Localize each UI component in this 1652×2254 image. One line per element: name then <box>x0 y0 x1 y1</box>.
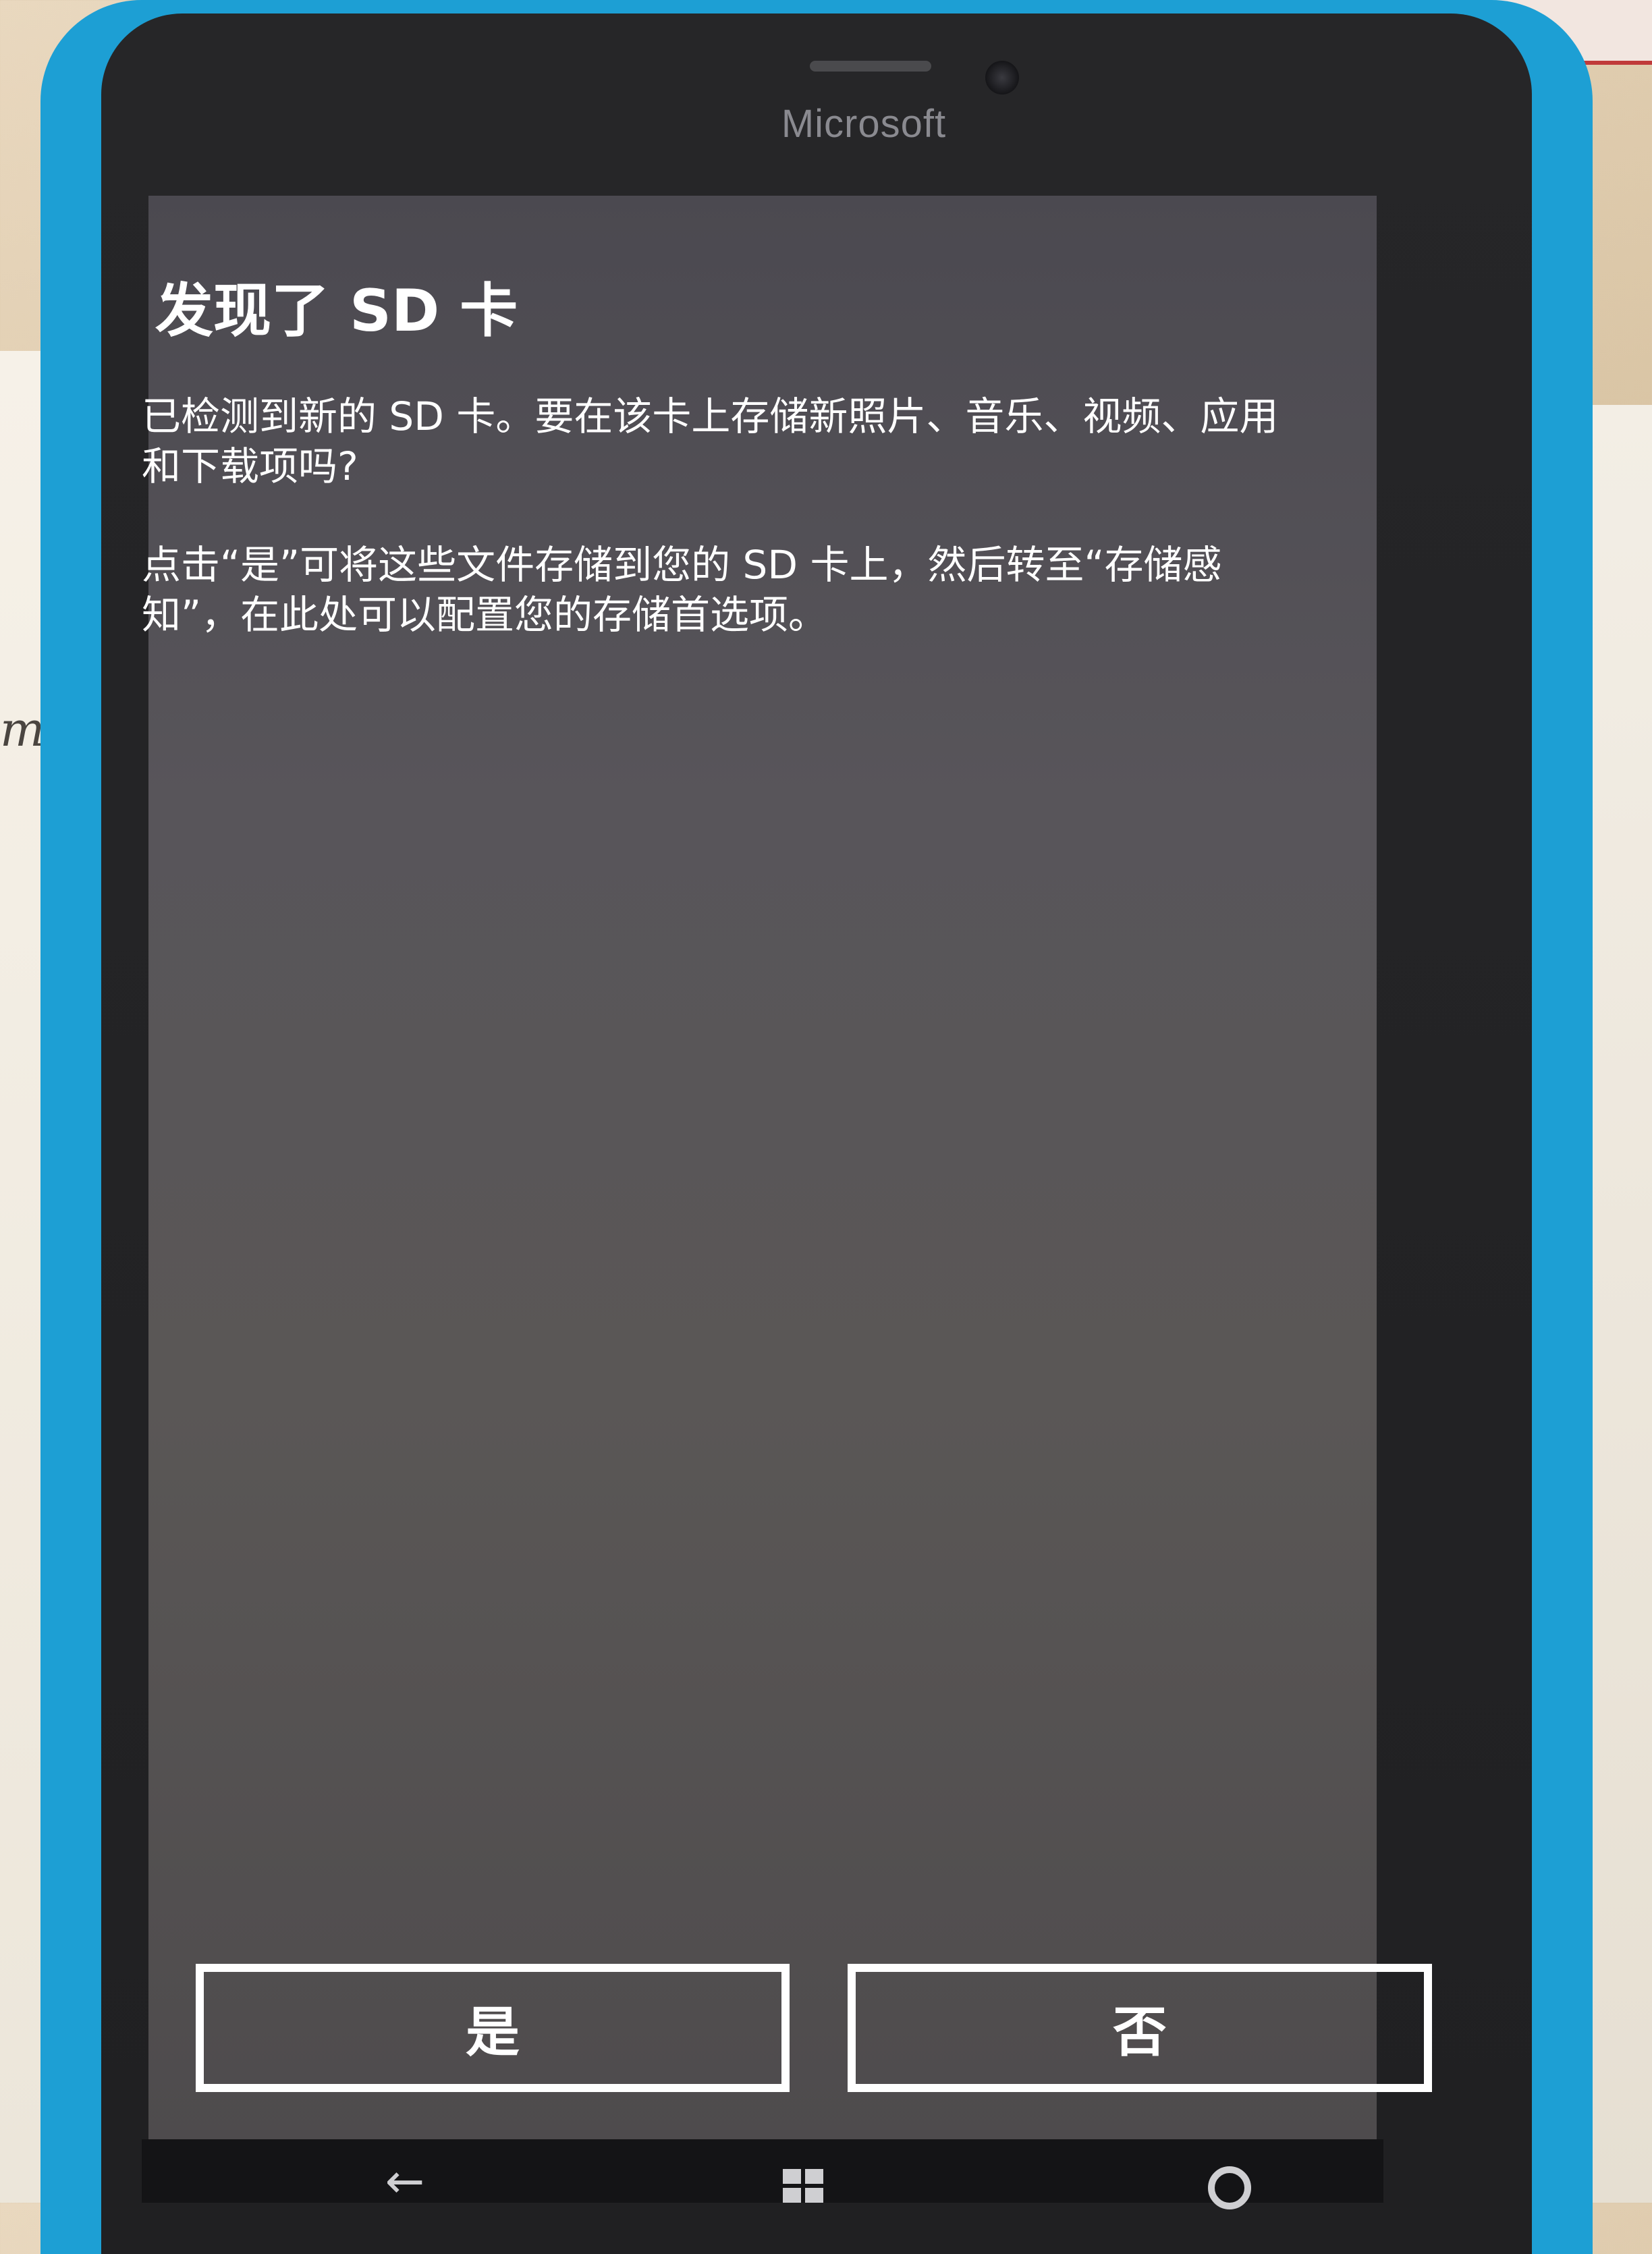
dialog-message: 已检测到新的 SD 卡。要在该卡上存储新照片、音乐、视频、应用和下载项吗? <box>142 393 1279 489</box>
windows-logo-pane <box>805 2169 823 2184</box>
brand-logo: Microsoft <box>781 102 947 146</box>
windows-logo-icon[interactable] <box>783 2169 823 2203</box>
windows-logo-pane <box>805 2188 823 2203</box>
search-icon[interactable] <box>1208 2166 1251 2209</box>
front-camera <box>985 61 1019 94</box>
phone-screen <box>148 196 1377 2203</box>
back-arrow-icon[interactable]: ← <box>378 2160 432 2203</box>
dialog-title: 发现了 SD 卡 <box>155 277 518 345</box>
windows-logo-pane <box>783 2188 801 2203</box>
earpiece-speaker <box>810 61 931 72</box>
no-button[interactable]: 否 <box>848 1964 1432 2092</box>
windows-logo-pane <box>783 2169 801 2184</box>
navigation-bar <box>142 2139 1383 2203</box>
yes-button[interactable]: 是 <box>196 1964 790 2092</box>
dialog-instructions: 点击“是”可将这些文件存储到您的 SD 卡上，然后转至“存储感知”，在此处可以配… <box>142 542 1222 638</box>
